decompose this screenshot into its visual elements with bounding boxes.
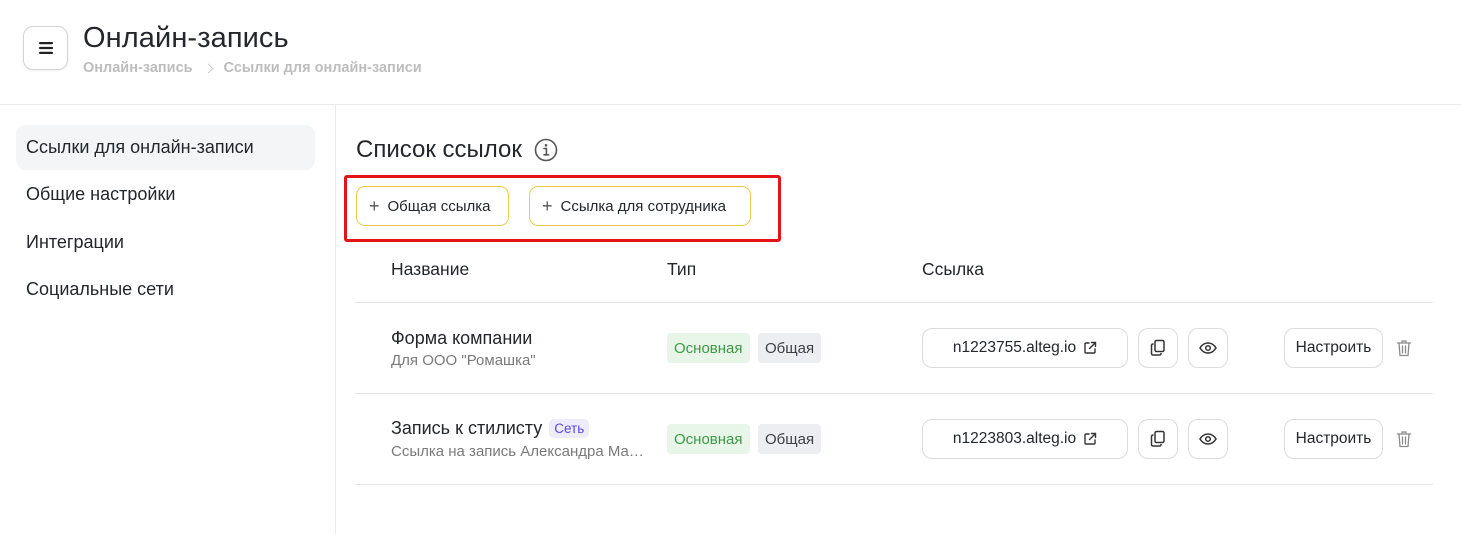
column-header-type: Тип bbox=[667, 259, 697, 279]
sidebar-item-social-networks[interactable]: Социальные сети bbox=[16, 267, 315, 312]
section-title: Список ссылок bbox=[356, 136, 558, 164]
preview-button[interactable] bbox=[1188, 328, 1228, 368]
preview-button[interactable] bbox=[1188, 419, 1228, 459]
page-title: Онлайн-запись bbox=[83, 22, 289, 54]
breadcrumb: Онлайн-запись Ссылки для онлайн-записи bbox=[83, 60, 422, 76]
trash-icon bbox=[1396, 340, 1412, 357]
sidebar-item-label: Общие настройки bbox=[26, 184, 176, 204]
breadcrumb-item-booking-links: Ссылки для онлайн-записи bbox=[223, 60, 422, 76]
configure-button[interactable]: Настроить bbox=[1284, 419, 1383, 459]
add-common-link-button[interactable]: + Общая ссылка bbox=[356, 186, 509, 226]
info-icon[interactable] bbox=[534, 138, 558, 162]
delete-button[interactable] bbox=[1394, 337, 1414, 359]
sidebar: Ссылки для онлайн-записи Общие настройки… bbox=[0, 105, 336, 534]
section-title-text: Список ссылок bbox=[356, 136, 522, 163]
link-text: n1223755.alteg.io bbox=[952, 339, 1077, 356]
add-employee-link-button[interactable]: + Ссылка для сотрудника bbox=[529, 186, 751, 226]
copy-link-button[interactable] bbox=[1138, 419, 1178, 459]
booking-link[interactable]: n1223803.alteg.io bbox=[922, 419, 1128, 459]
sidebar-item-label: Ссылки для онлайн-записи bbox=[26, 137, 254, 157]
trash-icon bbox=[1396, 431, 1412, 448]
type-tag-main: Основная bbox=[667, 424, 750, 454]
link-text: n1223803.alteg.io bbox=[952, 430, 1077, 447]
menu-button[interactable] bbox=[23, 26, 68, 70]
type-tag-main: Основная bbox=[667, 333, 750, 363]
plus-icon: + bbox=[369, 196, 380, 216]
button-label: Ссылка для сотрудника bbox=[560, 197, 726, 215]
divider bbox=[355, 302, 1433, 303]
configure-button[interactable]: Настроить bbox=[1284, 328, 1383, 368]
copy-link-button[interactable] bbox=[1138, 328, 1178, 368]
type-tag-common: Общая bbox=[758, 333, 822, 363]
type-tag-common: Общая bbox=[758, 424, 822, 454]
network-badge: Сеть bbox=[549, 419, 590, 438]
delete-button[interactable] bbox=[1394, 428, 1414, 450]
eye-icon bbox=[1199, 342, 1217, 354]
booking-link[interactable]: n1223755.alteg.io bbox=[922, 328, 1128, 368]
sidebar-item-integrations[interactable]: Интеграции bbox=[16, 220, 315, 265]
sidebar-item-booking-links[interactable]: Ссылки для онлайн-записи bbox=[16, 125, 315, 170]
copy-icon bbox=[1150, 430, 1165, 447]
row-title: Запись к стилисту bbox=[391, 418, 543, 438]
button-label: Общая ссылка bbox=[387, 197, 491, 215]
chevron-right-icon bbox=[203, 63, 213, 73]
hamburger-icon bbox=[38, 42, 53, 54]
column-header-link: Ссылка bbox=[922, 259, 984, 279]
external-link-icon bbox=[1084, 432, 1097, 445]
column-header-name: Название bbox=[391, 259, 470, 279]
row-subtitle: Ссылка на запись Александра Маркова bbox=[391, 443, 647, 460]
sidebar-item-general-settings[interactable]: Общие настройки bbox=[16, 172, 315, 217]
eye-icon bbox=[1199, 433, 1217, 445]
sidebar-item-label: Социальные сети bbox=[26, 279, 174, 299]
copy-icon bbox=[1150, 339, 1165, 356]
row-title: Форма компании bbox=[391, 328, 533, 348]
breadcrumb-item-online-booking[interactable]: Онлайн-запись bbox=[83, 60, 193, 76]
row-name: Форма компании bbox=[391, 328, 532, 349]
plus-icon: + bbox=[542, 196, 553, 216]
divider bbox=[355, 484, 1433, 485]
row-name: Запись к стилисту Сеть bbox=[391, 418, 590, 439]
row-subtitle: Для ООО "Ромашка" bbox=[391, 352, 536, 369]
sidebar-item-label: Интеграции bbox=[26, 232, 124, 252]
divider bbox=[355, 393, 1433, 394]
page-header: Онлайн-запись Онлайн-запись Ссылки для о… bbox=[0, 0, 1461, 105]
external-link-icon bbox=[1084, 341, 1097, 354]
